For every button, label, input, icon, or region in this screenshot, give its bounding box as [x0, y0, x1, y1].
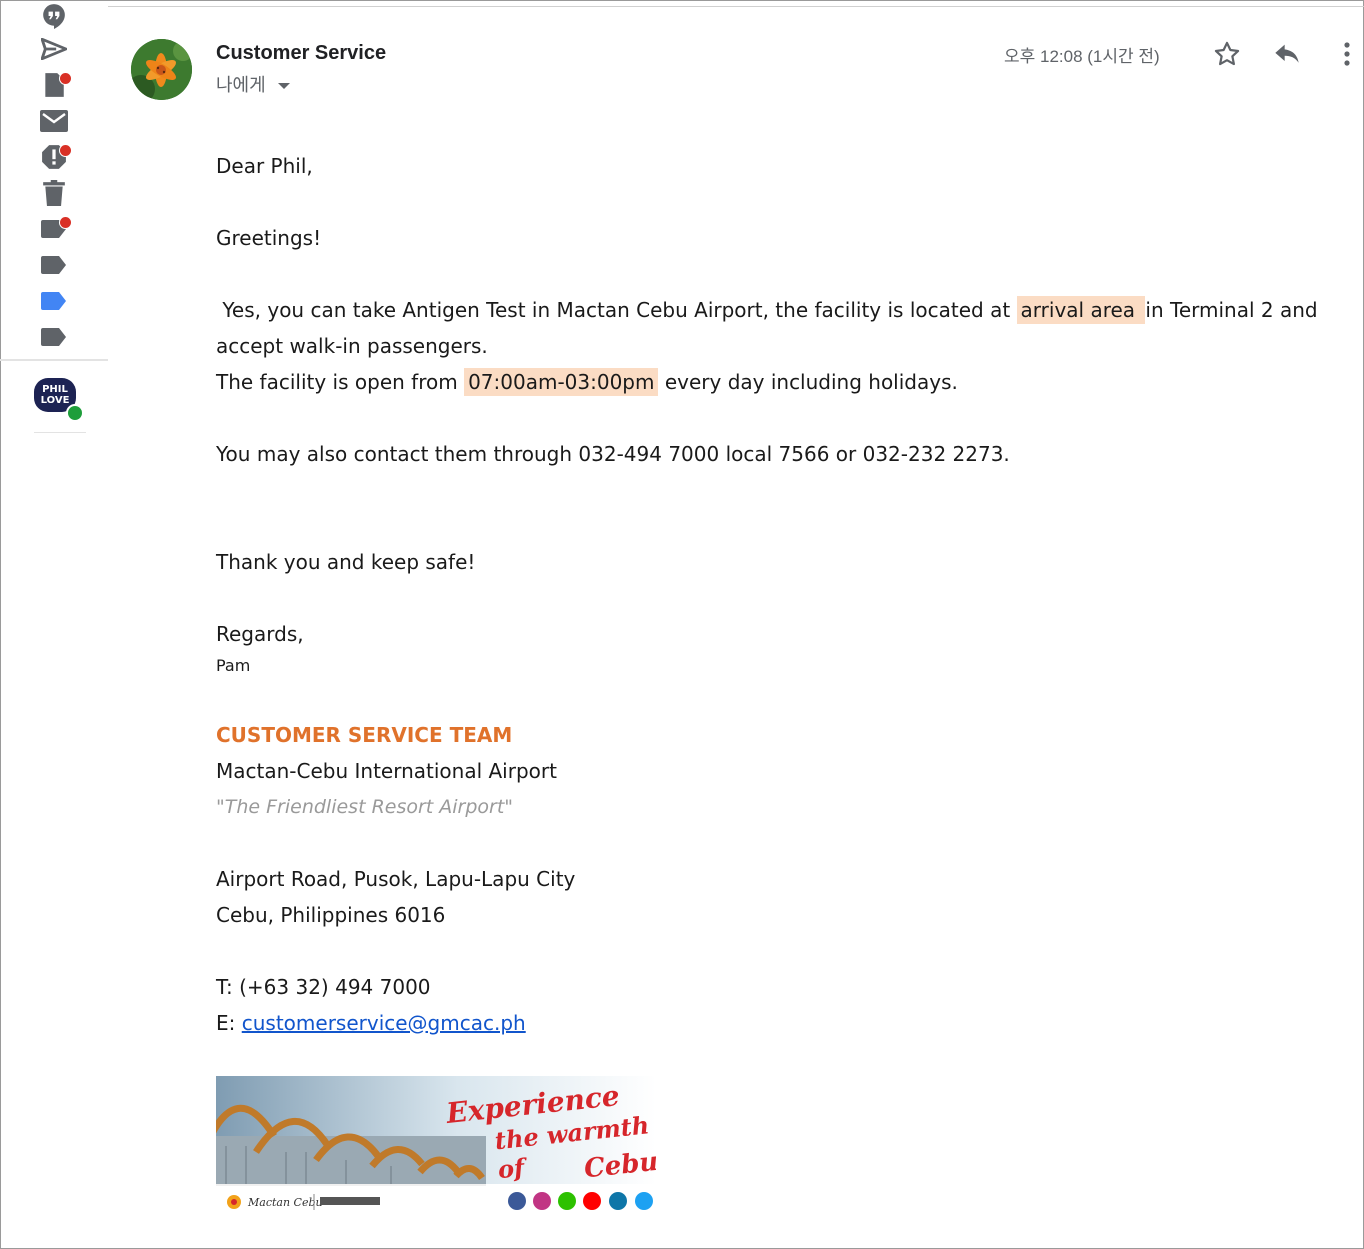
sent-icon[interactable]: [38, 33, 70, 65]
spam-icon[interactable]: [38, 141, 72, 173]
contact-avatar[interactable]: PHIL LOVE: [34, 376, 84, 422]
facebook-icon[interactable]: [508, 1192, 526, 1210]
svg-text:Mactan Cebu: Mactan Cebu: [247, 1196, 323, 1209]
signature-address-line1: Airport Road, Pusok, Lapu-Lapu City: [216, 867, 576, 891]
unread-dot: [59, 72, 72, 85]
rail-divider: [34, 432, 86, 433]
flower-icon: [131, 39, 192, 100]
signature-email-row: E: customerservice@gmcac.ph: [216, 1005, 526, 1041]
online-status-icon: [66, 404, 84, 422]
sender-avatar[interactable]: [131, 39, 192, 100]
youtube-icon[interactable]: [583, 1192, 601, 1210]
star-button[interactable]: [1211, 38, 1243, 70]
paragraph-antigen: Yes, you can take Antigen Test in Mactan…: [216, 292, 1346, 364]
signature-address-line2: Cebu, Philippines 6016: [216, 903, 446, 927]
more-vert-icon: [1344, 42, 1350, 66]
more-options-button[interactable]: [1331, 38, 1363, 70]
window-frame: [0, 0, 1364, 1249]
unread-dot: [59, 216, 72, 229]
unread-dot: [59, 144, 72, 157]
signature-phone: T: (+63 32) 494 7000: [216, 975, 431, 999]
signature-tagline: "The Friendliest Resort Airport": [216, 796, 514, 818]
twitter-icon[interactable]: [635, 1192, 653, 1210]
recipient-details[interactable]: 나에게: [216, 71, 290, 97]
highlight-arrival-area: arrival area: [1016, 296, 1146, 324]
contact-paragraph: You may also contact them through 032-49…: [216, 442, 1010, 466]
regards-line: Regards,: [216, 622, 304, 646]
timestamp: 오후 12:08 (1시간 전): [1004, 47, 1160, 66]
highlight-hours: 07:00am-03:00pm: [464, 368, 659, 396]
thanks-line: Thank you and keep safe!: [216, 550, 476, 574]
label-icon[interactable]: [38, 249, 70, 281]
chat-icon[interactable]: [38, 0, 70, 32]
signature-team: CUSTOMER SERVICE TEAM: [216, 723, 513, 747]
text: The facility is open from: [216, 370, 465, 394]
mail-icon[interactable]: [38, 105, 70, 137]
left-rail: PHIL LOVE: [0, 0, 108, 440]
linkedin-icon[interactable]: [609, 1192, 627, 1210]
greetings: Greetings!: [216, 226, 322, 250]
recipient-label: 나에게: [216, 75, 266, 95]
signature-banner: Mactan Cebu Experience the warmth of Ceb…: [216, 1076, 656, 1216]
reply-icon: [1275, 44, 1299, 63]
label-icon[interactable]: [38, 285, 70, 317]
label-icon[interactable]: [38, 213, 72, 245]
wechat-icon[interactable]: [558, 1192, 576, 1210]
rail-divider: [0, 359, 108, 361]
text: every day including holidays.: [658, 370, 958, 394]
paragraph-hours: The facility is open from 07:00am-03:00p…: [216, 364, 958, 400]
label-icon[interactable]: [38, 321, 70, 353]
signer-name: Pam: [216, 656, 251, 675]
sender-name: Customer Service: [216, 42, 387, 64]
star-icon: [1214, 41, 1240, 66]
divider: [108, 6, 1364, 7]
signature-org: Mactan-Cebu International Airport: [216, 759, 557, 783]
email-link[interactable]: customerservice@gmcac.ph: [242, 1011, 526, 1035]
text: Yes, you can take Antigen Test in Mactan…: [216, 298, 1017, 322]
email-prefix: E:: [216, 1011, 242, 1035]
reply-button[interactable]: [1271, 38, 1303, 70]
chevron-down-icon[interactable]: [277, 83, 290, 89]
greeting: Dear Phil,: [216, 154, 313, 178]
instagram-icon[interactable]: [533, 1192, 551, 1210]
trash-icon[interactable]: [38, 177, 70, 209]
drafts-icon[interactable]: [38, 69, 72, 101]
